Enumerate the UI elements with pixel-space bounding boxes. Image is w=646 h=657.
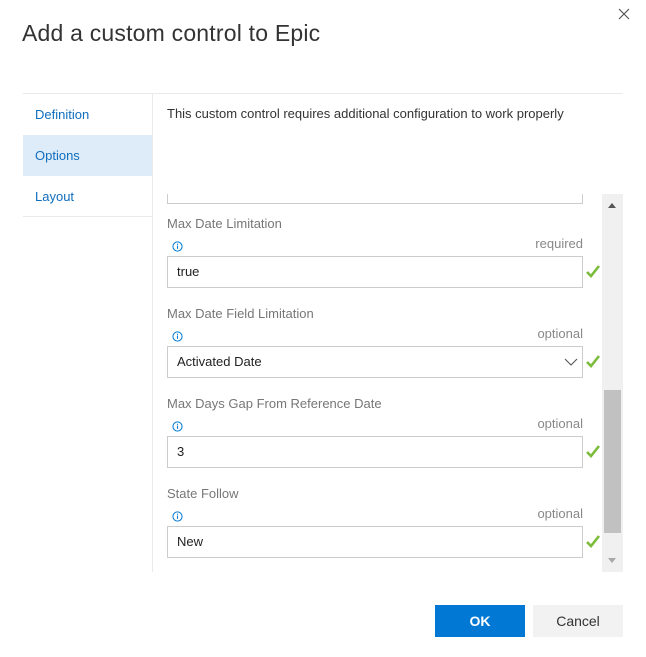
checkmark-icon [586, 535, 601, 548]
requirement-label: optional [537, 326, 583, 341]
chevron-down-icon[interactable] [564, 356, 578, 368]
input-field-partial[interactable] [167, 194, 583, 204]
info-icon[interactable] [172, 241, 183, 252]
max-date-limitation-input[interactable]: true [167, 256, 583, 288]
cancel-button[interactable]: Cancel [533, 605, 623, 637]
vertical-scrollbar[interactable] [602, 194, 623, 572]
option-field: Max Date Limitation required true [167, 216, 607, 288]
dialog-title: Add a custom control to Epic [22, 20, 321, 46]
scroll-up-arrow-icon[interactable] [608, 203, 616, 208]
option-field: Max Days Gap From Reference Date optiona… [167, 396, 607, 468]
state-follow-input[interactable]: New [167, 526, 583, 558]
checkmark-icon [586, 445, 601, 458]
nav-item-layout[interactable]: Layout [23, 176, 152, 217]
info-icon[interactable] [172, 331, 183, 342]
field-label: State Follow [167, 486, 239, 501]
close-icon[interactable] [614, 4, 634, 24]
scroll-down-arrow-icon[interactable] [608, 558, 616, 563]
nav-item-definition[interactable]: Definition [23, 94, 152, 135]
field-label: Max Days Gap From Reference Date [167, 396, 382, 411]
checkmark-icon [586, 355, 601, 368]
requirement-label: optional [537, 416, 583, 431]
info-icon[interactable] [172, 511, 183, 522]
checkmark-icon [586, 265, 601, 278]
requirement-label: required [535, 236, 583, 251]
description-text: This custom control requires additional … [167, 106, 564, 121]
option-field: Max Date Field Limitation optional Activ… [167, 306, 607, 378]
scrollbar-thumb[interactable] [604, 389, 621, 534]
max-days-gap-input[interactable]: 3 [167, 436, 583, 468]
ok-button[interactable]: OK [435, 605, 525, 637]
field-label: Max Date Field Limitation [167, 306, 314, 321]
dropdown-value: Activated Date [177, 354, 262, 369]
option-field: State Follow optional New [167, 486, 607, 558]
nav-item-options[interactable]: Options [23, 135, 152, 176]
max-date-field-limitation-dropdown[interactable]: Activated Date [167, 346, 583, 378]
divider [23, 216, 152, 217]
requirement-label: optional [537, 506, 583, 521]
info-icon[interactable] [172, 421, 183, 432]
field-label: Max Date Limitation [167, 216, 282, 231]
side-nav: Definition Options Layout [23, 94, 152, 217]
options-scroll-area: Max Date Limitation required true Max Da… [153, 194, 623, 572]
